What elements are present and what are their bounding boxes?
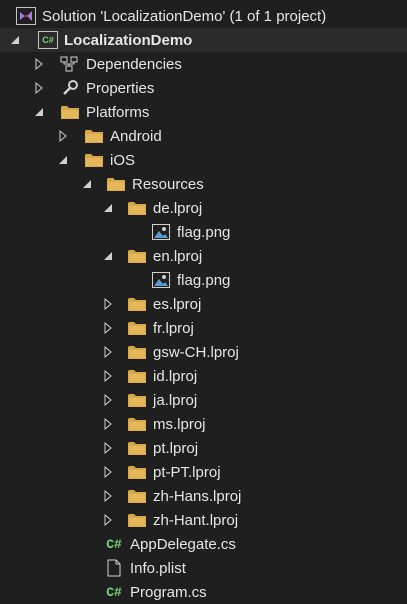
csharp-project-icon: C# xyxy=(38,30,58,50)
folder-icon xyxy=(127,510,147,530)
solution-title: Solution 'LocalizationDemo' (1 of 1 proj… xyxy=(42,7,327,25)
chevron-collapsed-icon[interactable] xyxy=(56,129,70,143)
tree-item-info-plist[interactable]: Info.plist xyxy=(0,556,407,580)
folder-icon xyxy=(127,246,147,266)
folder-icon xyxy=(84,126,104,146)
dependencies-icon xyxy=(60,54,80,74)
folder-icon xyxy=(127,198,147,218)
item-label: fr.lproj xyxy=(153,319,194,337)
folder-icon xyxy=(127,414,147,434)
tree-item-de-lproj[interactable]: de.lproj xyxy=(0,196,407,220)
item-label: AppDelegate.cs xyxy=(130,535,236,553)
tree-item-ios[interactable]: iOS xyxy=(0,148,407,172)
chevron-collapsed-icon[interactable] xyxy=(32,81,46,95)
tree-item-en-flag[interactable]: flag.png xyxy=(0,268,407,292)
folder-icon xyxy=(127,438,147,458)
item-label: Resources xyxy=(132,175,204,193)
item-label: en.lproj xyxy=(153,247,203,265)
item-label: flag.png xyxy=(177,271,231,289)
tree-item-ms-lproj[interactable]: ms.lproj xyxy=(0,412,407,436)
item-label: iOS xyxy=(110,151,136,169)
folder-icon xyxy=(127,390,147,410)
folder-icon xyxy=(127,366,147,386)
item-label: Dependencies xyxy=(86,55,182,73)
tree-item-appdelegate[interactable]: C# AppDelegate.cs xyxy=(0,532,407,556)
folder-icon xyxy=(60,102,80,122)
chevron-collapsed-icon[interactable] xyxy=(101,393,115,407)
chevron-collapsed-icon[interactable] xyxy=(101,369,115,383)
tree-item-es-lproj[interactable]: es.lproj xyxy=(0,292,407,316)
tree-item-de-flag[interactable]: flag.png xyxy=(0,220,407,244)
image-file-icon xyxy=(151,222,171,242)
visual-studio-solution-icon xyxy=(16,6,36,26)
item-label: ms.lproj xyxy=(153,415,206,433)
tree-item-program[interactable]: C# Program.cs xyxy=(0,580,407,604)
project-node[interactable]: C# LocalizationDemo xyxy=(0,28,407,52)
item-label: Platforms xyxy=(86,103,150,121)
item-label: Android xyxy=(110,127,162,145)
tree-item-pt-lproj[interactable]: pt.lproj xyxy=(0,436,407,460)
tree-item-pt-pt-lproj[interactable]: pt-PT.lproj xyxy=(0,460,407,484)
item-label: pt.lproj xyxy=(153,439,199,457)
solution-node[interactable]: Solution 'LocalizationDemo' (1 of 1 proj… xyxy=(0,2,407,30)
item-label: pt-PT.lproj xyxy=(153,463,221,481)
file-icon xyxy=(104,558,124,578)
wrench-icon xyxy=(60,78,80,98)
folder-icon xyxy=(84,150,104,170)
chevron-expanded-icon[interactable] xyxy=(32,105,46,119)
item-label: Info.plist xyxy=(130,559,186,577)
item-label: ja.lproj xyxy=(153,391,198,409)
tree-item-android[interactable]: Android xyxy=(0,124,407,148)
chevron-collapsed-icon[interactable] xyxy=(101,489,115,503)
project-label: LocalizationDemo xyxy=(64,31,193,49)
item-label: flag.png xyxy=(177,223,231,241)
image-file-icon xyxy=(151,270,171,290)
chevron-expanded-icon[interactable] xyxy=(8,33,22,47)
item-label: zh-Hans.lproj xyxy=(153,487,242,505)
folder-icon xyxy=(127,486,147,506)
chevron-collapsed-icon[interactable] xyxy=(101,417,115,431)
tree-item-id-lproj[interactable]: id.lproj xyxy=(0,364,407,388)
item-label: gsw-CH.lproj xyxy=(153,343,239,361)
folder-icon xyxy=(106,174,126,194)
folder-icon xyxy=(127,462,147,482)
chevron-collapsed-icon[interactable] xyxy=(101,345,115,359)
csharp-file-icon: C# xyxy=(106,536,122,552)
item-label: Properties xyxy=(86,79,155,97)
folder-icon xyxy=(127,342,147,362)
tree-item-dependencies[interactable]: Dependencies xyxy=(0,52,407,76)
chevron-expanded-icon[interactable] xyxy=(101,201,115,215)
folder-icon xyxy=(127,318,147,338)
item-label: de.lproj xyxy=(153,199,203,217)
tree-item-zh-hant-lproj[interactable]: zh-Hant.lproj xyxy=(0,508,407,532)
chevron-collapsed-icon[interactable] xyxy=(101,465,115,479)
solution-explorer-tree: Solution 'LocalizationDemo' (1 of 1 proj… xyxy=(0,0,407,604)
tree-item-en-lproj[interactable]: en.lproj xyxy=(0,244,407,268)
chevron-collapsed-icon[interactable] xyxy=(101,513,115,527)
tree-item-properties[interactable]: Properties xyxy=(0,76,407,100)
tree-item-fr-lproj[interactable]: fr.lproj xyxy=(0,316,407,340)
chevron-collapsed-icon[interactable] xyxy=(101,441,115,455)
item-label: zh-Hant.lproj xyxy=(153,511,239,529)
tree-item-gsw-ch-lproj[interactable]: gsw-CH.lproj xyxy=(0,340,407,364)
tree-item-zh-hans-lproj[interactable]: zh-Hans.lproj xyxy=(0,484,407,508)
csharp-file-icon: C# xyxy=(106,584,122,600)
chevron-expanded-icon[interactable] xyxy=(56,153,70,167)
folder-icon xyxy=(127,294,147,314)
chevron-expanded-icon[interactable] xyxy=(101,249,115,263)
tree-item-platforms[interactable]: Platforms xyxy=(0,100,407,124)
item-label: es.lproj xyxy=(153,295,202,313)
tree-item-ja-lproj[interactable]: ja.lproj xyxy=(0,388,407,412)
item-label: id.lproj xyxy=(153,367,198,385)
chevron-collapsed-icon[interactable] xyxy=(101,321,115,335)
item-label: Program.cs xyxy=(130,583,207,601)
chevron-expanded-icon[interactable] xyxy=(80,177,94,191)
tree-item-resources[interactable]: Resources xyxy=(0,172,407,196)
chevron-collapsed-icon[interactable] xyxy=(101,297,115,311)
chevron-collapsed-icon[interactable] xyxy=(32,57,46,71)
